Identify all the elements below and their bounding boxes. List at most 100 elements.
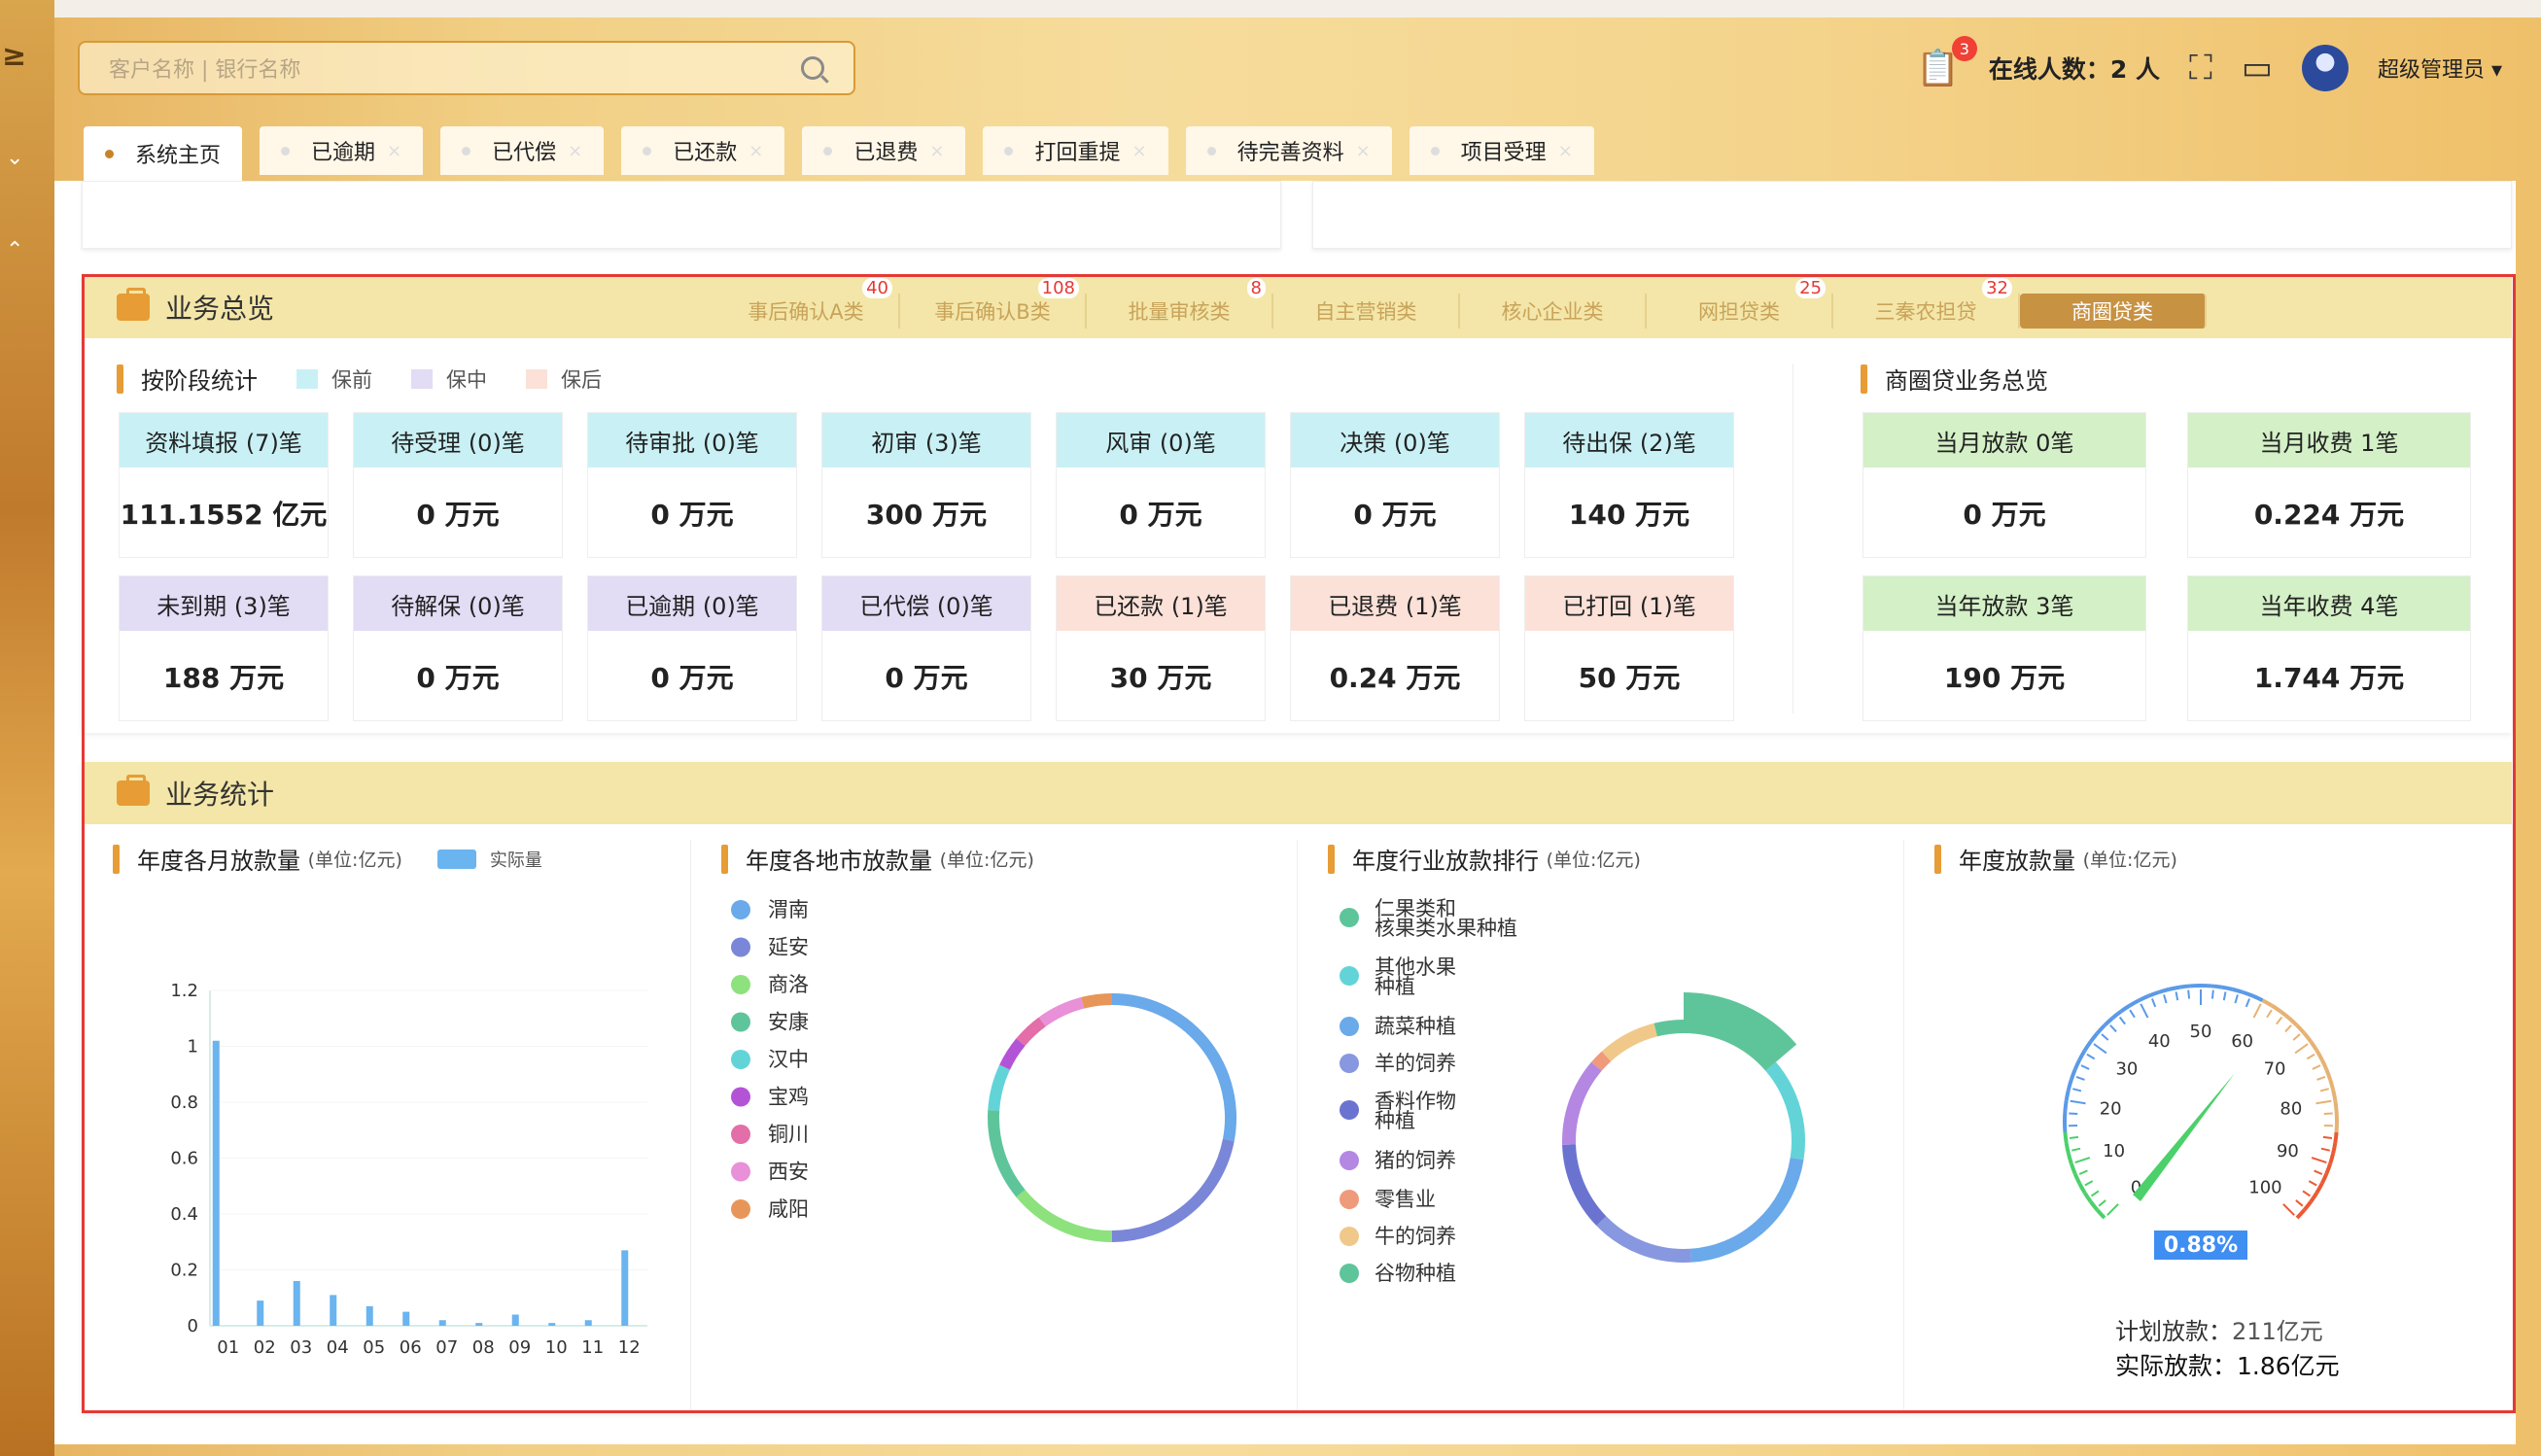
business-tab-2[interactable]: 批量审核类 8 bbox=[1087, 278, 1273, 329]
donut-slice[interactable] bbox=[1038, 997, 1085, 1027]
stage-card[interactable]: 待解保 (0)笔 0 万元 bbox=[353, 575, 563, 721]
donut-slice[interactable] bbox=[1591, 1051, 1612, 1071]
donut-slice[interactable] bbox=[1653, 1020, 1685, 1037]
stage-card[interactable]: 初审 (3)笔 300 万元 bbox=[821, 412, 1031, 558]
search-icon[interactable] bbox=[801, 56, 824, 80]
tab-7[interactable]: 项目受理 × bbox=[1409, 126, 1594, 175]
donut-slice[interactable] bbox=[999, 1038, 1026, 1070]
tab-0[interactable]: 系统主页 bbox=[84, 126, 243, 181]
bar[interactable] bbox=[475, 1323, 483, 1326]
bar[interactable] bbox=[293, 1281, 300, 1326]
stage-card[interactable]: 待受理 (0)笔 0 万元 bbox=[353, 412, 563, 558]
legend-dot bbox=[1340, 1017, 1359, 1036]
mall-card[interactable]: 当年放款 3笔 190 万元 bbox=[1862, 575, 2146, 721]
message-icon[interactable]: ▭ bbox=[2242, 49, 2273, 87]
business-tab-0[interactable]: 事后确认A类 40 bbox=[714, 278, 900, 329]
close-icon[interactable]: × bbox=[1131, 141, 1146, 161]
donut-slice[interactable] bbox=[1016, 1017, 1046, 1047]
chart-icon bbox=[117, 775, 150, 806]
todo-icon[interactable]: 📋 3 bbox=[1916, 36, 1977, 88]
legend-dot bbox=[1340, 1227, 1359, 1246]
donut-slice[interactable] bbox=[988, 1109, 1026, 1197]
stage-card-value: 0 万元 bbox=[416, 662, 500, 694]
gauge-tick-label: 90 bbox=[2277, 1141, 2299, 1161]
bar[interactable] bbox=[212, 1040, 220, 1326]
fullscreen-icon[interactable]: ⛶ bbox=[2189, 49, 2212, 87]
legend-label: 渭南 bbox=[768, 898, 809, 921]
bar[interactable] bbox=[511, 1314, 519, 1327]
avatar[interactable] bbox=[2301, 45, 2349, 91]
mall-card[interactable]: 当月放款 0笔 0 万元 bbox=[1862, 412, 2146, 558]
stage-card[interactable]: 决策 (0)笔 0 万元 bbox=[1290, 412, 1500, 558]
stage-card[interactable]: 资料填报 (7)笔 111.1552 亿元 bbox=[119, 412, 329, 558]
donut-slice[interactable] bbox=[1683, 992, 1797, 1072]
search-input[interactable]: 客户名称 | 银行名称 bbox=[109, 52, 801, 84]
donut-slice[interactable] bbox=[1081, 993, 1113, 1009]
donut-slice[interactable] bbox=[1689, 1157, 1804, 1263]
user-menu[interactable]: 超级管理员 ▾ bbox=[2378, 52, 2502, 84]
stage-card[interactable]: 已代偿 (0)笔 0 万元 bbox=[821, 575, 1031, 721]
gauge-arc bbox=[2089, 1200, 2100, 1212]
bar[interactable] bbox=[548, 1323, 556, 1326]
business-tab-4[interactable]: 核心企业类 bbox=[1460, 294, 1647, 329]
bar[interactable] bbox=[584, 1320, 592, 1326]
bar[interactable] bbox=[402, 1311, 410, 1326]
bar[interactable] bbox=[330, 1295, 337, 1326]
bar[interactable] bbox=[621, 1250, 629, 1326]
search-box[interactable]: 客户名称 | 银行名称 bbox=[78, 41, 855, 95]
business-tab-7[interactable]: 商圈贷类 bbox=[2020, 294, 2207, 329]
mall-card[interactable]: 当年收费 4笔 1.744 万元 bbox=[2187, 575, 2471, 721]
donut-slice[interactable] bbox=[1562, 1144, 1607, 1227]
business-tab-label: 自主营销类 bbox=[1314, 300, 1417, 324]
donut-slice[interactable] bbox=[1111, 993, 1236, 1141]
business-tab-6[interactable]: 三秦农担贷 32 bbox=[1833, 278, 2020, 329]
stage-card[interactable]: 已退费 (1)笔 0.24 万元 bbox=[1290, 575, 1500, 721]
chevron-down-icon[interactable]: ⌄ bbox=[6, 146, 23, 170]
todo-badge: 3 bbox=[1951, 36, 1977, 61]
legend-label: 保中 bbox=[446, 367, 487, 392]
close-icon[interactable]: × bbox=[1356, 141, 1371, 161]
close-icon[interactable]: × bbox=[1558, 141, 1573, 161]
close-icon[interactable]: × bbox=[387, 141, 401, 161]
bar[interactable] bbox=[365, 1305, 373, 1326]
chevron-up-icon[interactable]: ⌃ bbox=[6, 238, 23, 262]
tab-4[interactable]: 已退费 × bbox=[802, 126, 966, 175]
donut-slice[interactable] bbox=[1016, 1189, 1113, 1242]
donut-slice[interactable] bbox=[1765, 1061, 1805, 1161]
tab-6[interactable]: 待完善资料 × bbox=[1185, 126, 1392, 175]
bar[interactable] bbox=[257, 1300, 264, 1326]
stage-card[interactable]: 已还款 (1)笔 30 万元 bbox=[1056, 575, 1266, 721]
gauge-tick bbox=[2140, 1003, 2149, 1019]
gauge-arc bbox=[2082, 1192, 2093, 1203]
close-icon[interactable]: × bbox=[929, 141, 944, 161]
tab-3[interactable]: 已还款 × bbox=[621, 126, 785, 175]
business-tab-1[interactable]: 事后确认B类 108 bbox=[900, 278, 1087, 329]
business-tab-label: 事后确认B类 bbox=[934, 300, 1051, 324]
side-menu-strip[interactable]: ≥ ⌄ ⌃ bbox=[0, 0, 54, 1456]
bar[interactable] bbox=[438, 1320, 446, 1326]
stage-card[interactable]: 未到期 (3)笔 188 万元 bbox=[119, 575, 329, 721]
donut-slice[interactable] bbox=[988, 1064, 1011, 1111]
stage-card[interactable]: 风审 (0)笔 0 万元 bbox=[1056, 412, 1266, 558]
donut-slice[interactable] bbox=[1111, 1138, 1235, 1242]
tab-5[interactable]: 打回重提 × bbox=[983, 126, 1168, 175]
close-icon[interactable]: × bbox=[568, 141, 582, 161]
c1-title: 年度各月放款量 bbox=[137, 848, 300, 875]
stage-card[interactable]: 已打回 (1)笔 50 万元 bbox=[1524, 575, 1734, 721]
stage-card[interactable]: 待审批 (0)笔 0 万元 bbox=[587, 412, 797, 558]
mall-card[interactable]: 当月收费 1笔 0.224 万元 bbox=[2187, 412, 2471, 558]
donut-slice[interactable] bbox=[1562, 1061, 1602, 1145]
business-tab-3[interactable]: 自主营销类 bbox=[1273, 294, 1460, 329]
gauge-tick bbox=[2284, 1024, 2292, 1033]
business-tab-5[interactable]: 网担贷类 25 bbox=[1647, 278, 1833, 329]
donut-slice[interactable] bbox=[1596, 1216, 1691, 1263]
close-icon[interactable]: × bbox=[748, 141, 763, 161]
donut-slice[interactable] bbox=[1601, 1023, 1658, 1062]
stage-card[interactable]: 已逾期 (0)笔 0 万元 bbox=[587, 575, 797, 721]
stage-card[interactable]: 待出保 (2)笔 140 万元 bbox=[1524, 412, 1734, 558]
gauge-arc bbox=[2103, 1017, 2114, 1027]
legend-dot bbox=[731, 1087, 750, 1107]
gauge-arc bbox=[2210, 984, 2223, 989]
tab-2[interactable]: 已代偿 × bbox=[440, 126, 605, 175]
tab-1[interactable]: 已逾期 × bbox=[260, 126, 424, 175]
